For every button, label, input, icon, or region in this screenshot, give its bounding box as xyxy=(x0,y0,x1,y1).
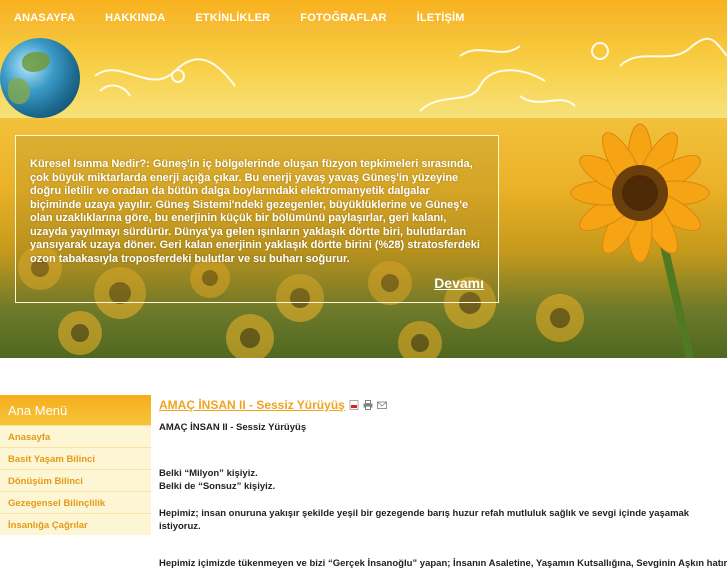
article-line-3: Hepimiz; insan onuruna yakışır şekilde y… xyxy=(159,508,690,532)
sidebar-item-basit-yasam-bilinci[interactable]: Basit Yaşam Bilinci xyxy=(0,447,151,469)
email-icon[interactable] xyxy=(376,400,387,410)
sidebar-item-donusum-bilinci[interactable]: Dönüşüm Bilinci xyxy=(0,469,151,491)
floral-swirls-decoration xyxy=(94,37,727,112)
main-content: AMAÇ İNSAN II - Sessiz Yürüyüş AMAÇ İNSA… xyxy=(159,398,727,570)
article-line-1: Belki “Milyon” kişiyiz. xyxy=(159,468,258,479)
sidebar-item-anasayfa[interactable]: Anasayfa xyxy=(0,425,151,447)
print-icon[interactable] xyxy=(363,400,373,410)
sidebar-item-gezegensel-bilinclilik[interactable]: Gezegensel Bilinçlilik xyxy=(0,491,151,513)
article-title-row: AMAÇ İNSAN II - Sessiz Yürüyüş xyxy=(159,398,719,412)
intro-text-box: Küresel Isınma Nedir?: Güneş'in iç bölge… xyxy=(15,135,499,303)
nav-etkinlikler[interactable]: ETKİNLİKLER xyxy=(195,0,270,24)
pdf-icon[interactable] xyxy=(349,400,359,410)
sidebar-menu: Ana Menü Anasayfa Basit Yaşam Bilinci Dö… xyxy=(0,395,151,535)
intro-paragraph: Küresel Isınma Nedir?: Güneş'in iç bölge… xyxy=(30,158,480,265)
article-title-link[interactable]: AMAÇ İNSAN II - Sessiz Yürüyüş xyxy=(159,398,345,412)
article-subtitle: AMAÇ İNSAN II - Sessiz Yürüyüş xyxy=(159,422,307,433)
nav-iletisim[interactable]: İLETİŞİM xyxy=(417,0,465,24)
sidebar-item-insanliga-cagrilar[interactable]: İnsanlığa Çağrılar xyxy=(0,513,151,535)
nav-anasayfa[interactable]: ANASAYFA xyxy=(14,0,75,24)
top-navigation: ANASAYFA HAKKINDA ETKİNLİKLER FOTOĞRAFLA… xyxy=(0,0,727,36)
header-banner xyxy=(0,36,727,118)
read-more-link[interactable]: Devamı xyxy=(434,275,484,291)
nav-hakkinda[interactable]: HAKKINDA xyxy=(105,0,165,24)
article-line-4: Hepimiz içimizde tükenmeyen ve bizi “Ger… xyxy=(159,558,727,569)
sidebar-heading: Ana Menü xyxy=(0,395,151,425)
nav-fotograflar[interactable]: FOTOĞRAFLAR xyxy=(300,0,386,24)
article-line-2: Belki de “Sonsuz” kişiyiz. xyxy=(159,481,276,492)
